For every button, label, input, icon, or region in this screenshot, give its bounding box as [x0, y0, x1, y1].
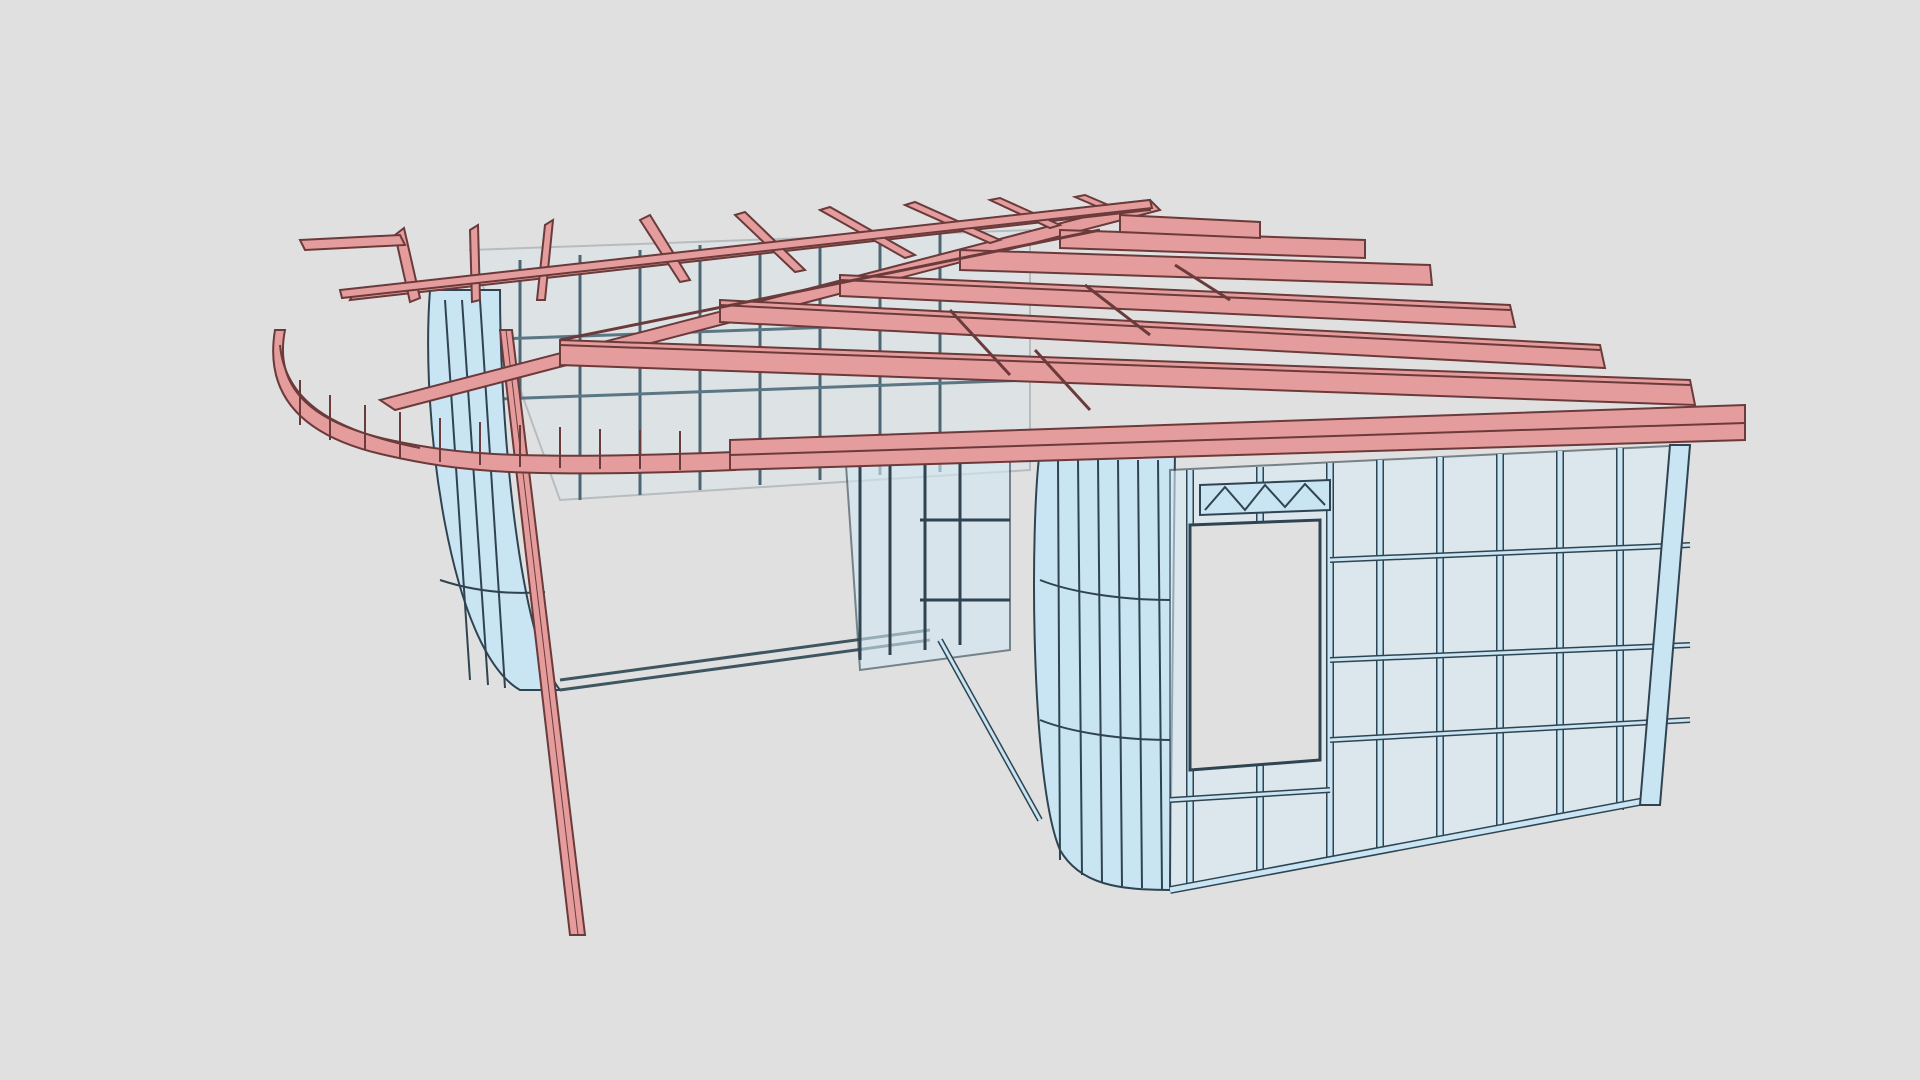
3d-model-viewport[interactable]	[0, 0, 1920, 1080]
steel-frame-model[interactable]	[0, 0, 1920, 1080]
front-curved-corner-wall	[1033, 449, 1177, 892]
front-right-wall	[1169, 443, 1692, 894]
middle-partition-wall	[843, 449, 1043, 822]
